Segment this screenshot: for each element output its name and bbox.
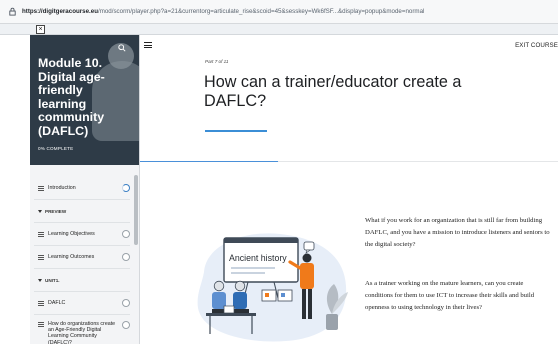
section-toggle-preview[interactable]: PREVIEW xyxy=(30,200,134,222)
lesson-item-how-organizations-create[interactable]: How do organizations create an Age-Frien… xyxy=(30,315,134,344)
chevron-down-icon xyxy=(38,278,42,282)
exit-course-button[interactable]: EXIT COURSE xyxy=(515,42,558,49)
search-icon[interactable] xyxy=(118,44,126,52)
course-sidebar: Module 10. Digital age-friendly learning… xyxy=(30,35,140,344)
section-divider-accent xyxy=(140,161,278,162)
popup-toolbar: × xyxy=(0,24,558,35)
body-paragraph-2: As a trainer working on the mature learn… xyxy=(365,280,535,311)
url-text: https://digitgeracourse.eu/mod/scorm/pla… xyxy=(22,8,424,15)
chevron-down-icon xyxy=(38,209,42,213)
lesson-icon xyxy=(38,185,44,191)
lesson-item-learning-outcomes[interactable]: Learning Outcomes xyxy=(30,246,134,268)
lesson-label: Learning Objectives xyxy=(48,230,95,237)
lesson-content: EXIT COURSE Part 7 of 11 How can a train… xyxy=(140,35,558,344)
board-text: Ancient history xyxy=(229,253,287,263)
lesson-icon xyxy=(38,300,44,306)
lesson-item-daflc[interactable]: DAFLC xyxy=(30,292,134,314)
body-paragraph-1: What if you work for an organization tha… xyxy=(365,217,550,248)
lesson-list: Introduction PREVIEW Learning Objectives… xyxy=(30,165,134,344)
lesson-icon xyxy=(38,322,44,327)
url-host: https://digitgeracourse.eu xyxy=(22,8,98,15)
lesson-label: Learning Outcomes xyxy=(48,253,95,260)
section-label: UNIT1. xyxy=(45,277,60,283)
module-title: Module 10. Digital age-friendly learning… xyxy=(38,56,105,138)
lesson-label: How do organizations create an Age-Frien… xyxy=(48,321,116,344)
lesson-label: DAFLC xyxy=(48,299,66,306)
address-bar[interactable]: https://digitgeracourse.eu/mod/scorm/pla… xyxy=(0,0,558,24)
progress-ring-icon xyxy=(122,299,130,307)
lesson-label: Introduction xyxy=(48,184,76,191)
section-toggle-unit1[interactable]: UNIT1. xyxy=(30,269,134,291)
progress-label: 0% COMPLETE xyxy=(38,146,74,151)
section-label: PREVIEW xyxy=(45,208,67,214)
classroom-illustration: Ancient history xyxy=(197,233,348,342)
menu-icon[interactable] xyxy=(144,42,152,48)
lesson-item-learning-objectives[interactable]: Learning Objectives xyxy=(30,223,134,245)
progress-ring-icon xyxy=(122,253,130,261)
url-path: /mod/scorm/player.php?a=21&currentorg=ar… xyxy=(97,8,425,15)
close-popup-button[interactable]: × xyxy=(36,25,45,34)
lock-icon xyxy=(9,7,16,16)
lesson-title: How can a trainer/educator create a DAFL… xyxy=(204,73,462,110)
progress-ring-icon xyxy=(122,321,130,329)
title-accent-bar xyxy=(205,130,267,132)
progress-ring-icon xyxy=(122,184,130,192)
lesson-icon xyxy=(38,231,44,237)
lesson-counter: Part 7 of 11 xyxy=(205,59,229,64)
lesson-icon xyxy=(38,254,44,260)
lesson-item-introduction[interactable]: Introduction xyxy=(30,177,134,199)
app-window: https://digitgeracourse.eu/mod/scorm/pla… xyxy=(0,0,558,344)
progress-ring-icon xyxy=(122,230,130,238)
module-header: Module 10. Digital age-friendly learning… xyxy=(30,35,139,165)
sidebar-scrollbar[interactable] xyxy=(134,175,138,245)
